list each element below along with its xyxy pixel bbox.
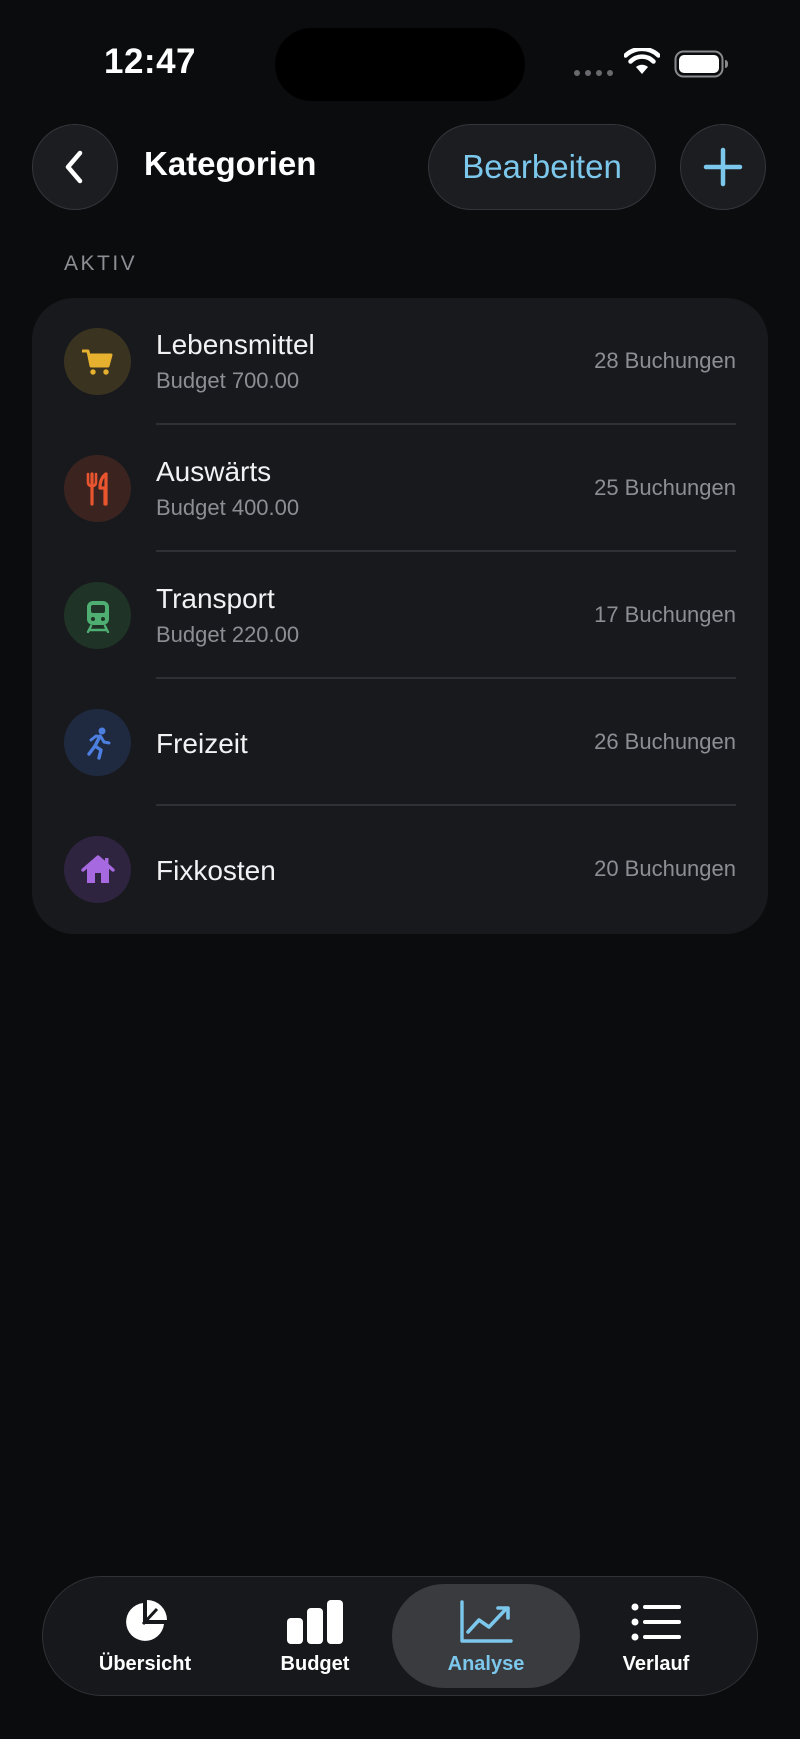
- section-header-active: AKTIV: [64, 252, 138, 275]
- edit-button[interactable]: Bearbeiten: [428, 124, 656, 210]
- category-icon-badge: [64, 836, 131, 903]
- tab-bar: Übersicht Budget Analyse Verlauf: [42, 1576, 758, 1696]
- category-icon-badge: [64, 582, 131, 649]
- back-button[interactable]: [32, 124, 118, 210]
- battery-icon: [674, 50, 728, 78]
- wifi-icon: [624, 48, 660, 74]
- tab-label: Budget: [280, 1653, 350, 1675]
- tab-label: Übersicht: [98, 1653, 192, 1675]
- category-row-fixkosten[interactable]: Fixkosten 20 Buchungen: [32, 806, 768, 933]
- tab-label: Analyse: [447, 1653, 525, 1675]
- category-icon-badge: [64, 455, 131, 522]
- category-list: Lebensmittel Budget 700.00 28 Buchungen …: [32, 298, 768, 934]
- category-budget: Budget 400.00: [156, 495, 300, 520]
- category-budget: Budget 220.00: [156, 622, 300, 647]
- category-row-freizeit[interactable]: Freizeit 26 Buchungen: [32, 679, 768, 806]
- status-time: 12:47: [104, 42, 197, 81]
- pie-chart-icon: [126, 1600, 167, 1641]
- page-title: Kategorien: [144, 145, 317, 182]
- house-icon: [80, 854, 115, 883]
- category-name: Auswärts: [156, 456, 272, 487]
- dynamic-island: [275, 28, 525, 101]
- booking-count: 25 Buchungen: [594, 475, 736, 500]
- category-icon-badge: [64, 709, 131, 776]
- category-name: Lebensmittel: [156, 329, 315, 360]
- line-chart-icon: [460, 1600, 513, 1643]
- fork-knife-icon: [86, 471, 108, 506]
- chevron-left-icon: [65, 150, 83, 184]
- tab-verlauf[interactable]: Verlauf: [571, 1577, 741, 1694]
- category-row-lebensmittel[interactable]: Lebensmittel Budget 700.00 28 Buchungen: [32, 298, 768, 425]
- plus-icon: [703, 147, 743, 187]
- category-name: Fixkosten: [156, 855, 276, 886]
- tram-icon: [86, 600, 109, 633]
- cellular-signal-icon: [574, 70, 613, 76]
- booking-count: 28 Buchungen: [594, 348, 736, 373]
- category-budget: Budget 700.00: [156, 368, 300, 393]
- list-icon: [631, 1603, 681, 1641]
- tab-uebersicht[interactable]: Übersicht: [60, 1577, 230, 1694]
- tab-label: Verlauf: [622, 1653, 690, 1675]
- category-name: Transport: [156, 583, 275, 614]
- category-row-transport[interactable]: Transport Budget 220.00 17 Buchungen: [32, 552, 768, 679]
- category-row-auswaerts[interactable]: Auswärts Budget 400.00 25 Buchungen: [32, 425, 768, 552]
- booking-count: 20 Buchungen: [594, 856, 736, 881]
- cart-icon: [81, 349, 112, 375]
- category-icon-badge: [64, 328, 131, 395]
- tab-budget[interactable]: Budget: [230, 1577, 400, 1694]
- running-figure-icon: [86, 727, 110, 760]
- tab-analyse[interactable]: Analyse: [392, 1584, 580, 1688]
- booking-count: 26 Buchungen: [594, 729, 736, 754]
- bar-chart-icon: [287, 1600, 343, 1644]
- booking-count: 17 Buchungen: [594, 602, 736, 627]
- category-name: Freizeit: [156, 728, 248, 759]
- add-category-button[interactable]: [680, 124, 766, 210]
